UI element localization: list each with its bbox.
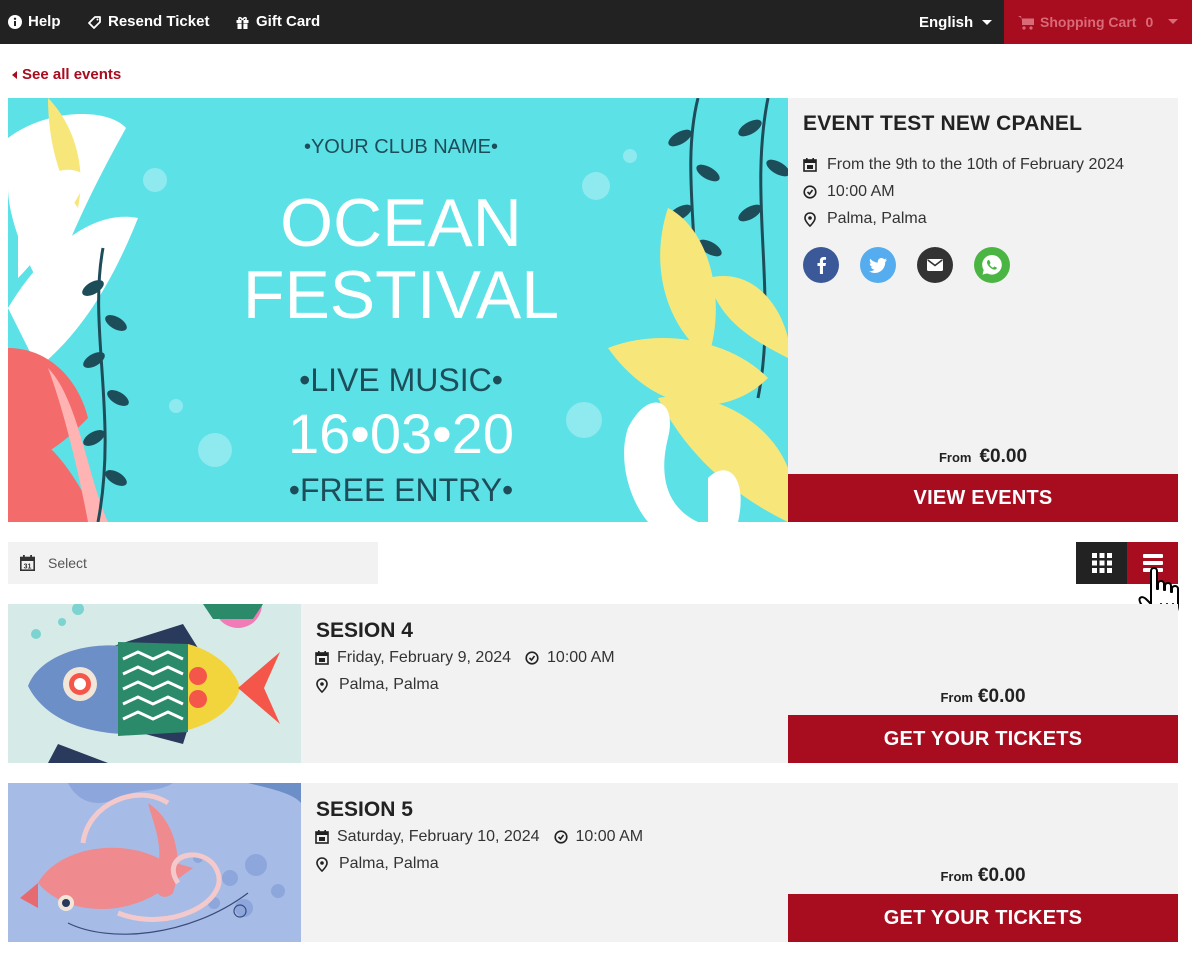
view-events-button[interactable]: VIEW EVENTS [788, 474, 1178, 522]
event-time-text: 10:00 AM [827, 183, 895, 200]
help-link[interactable]: Help [8, 0, 61, 44]
calendar-icon: 31 [20, 555, 35, 571]
get-tickets-button[interactable]: GET YOUR TICKETS [788, 715, 1178, 763]
date-select-input[interactable]: 31 Select [8, 542, 378, 584]
location-pin-icon [316, 856, 328, 872]
session-location: Palma, Palma [339, 676, 439, 693]
see-all-events-label: See all events [22, 66, 122, 83]
session-date: Saturday, February 10, 2024 [337, 828, 540, 845]
resend-ticket-label: Resend Ticket [108, 13, 210, 30]
session-thumbnail [8, 604, 301, 763]
chevron-down-icon [1168, 19, 1178, 24]
event-dates-row: From the 9th to the 10th of February 202… [803, 156, 1124, 174]
cart-count: 0 [1145, 14, 1154, 30]
event-price-row: From €0.00 [788, 446, 1178, 468]
session-datetime-row: Friday, February 9, 2024 10:00 AM [315, 649, 615, 667]
from-label: From [940, 690, 973, 705]
event-dates-text: From the 9th to the 10th of February 202… [827, 156, 1125, 173]
from-label: From [940, 869, 973, 884]
event-location-row: Palma, Palma [803, 210, 927, 228]
shopping-cart-button[interactable]: Shopping Cart 0 [1004, 0, 1192, 44]
language-label: English [919, 13, 974, 31]
cart-icon [1018, 15, 1034, 30]
chevron-down-icon [982, 19, 993, 25]
gift-card-link[interactable]: Gift Card [235, 0, 320, 44]
share-buttons [803, 247, 1031, 283]
session-time: 10:00 AM [547, 649, 615, 666]
location-pin-icon [804, 211, 816, 227]
date-select-placeholder: Select [48, 555, 87, 571]
twitter-icon [869, 257, 887, 273]
session-thumbnail [8, 783, 301, 942]
twitter-share-button[interactable] [860, 247, 896, 283]
session-datetime-row: Saturday, February 10, 2024 10:00 AM [315, 828, 643, 846]
event-location-text: Palma, Palma [827, 210, 927, 227]
see-all-events-link[interactable]: See all events [12, 66, 121, 83]
language-selector[interactable]: English [919, 0, 993, 44]
poster-title-line1: OCEAN [280, 185, 522, 261]
poster-title-line2: FESTIVAL [243, 257, 559, 333]
session-location-row: Palma, Palma [315, 855, 439, 873]
session-card: SESION 4 Friday, February 9, 2024 10:00 … [8, 604, 1178, 763]
event-poster-image: •YOUR CLUB NAME• OCEAN FESTIVAL •LIVE MU… [8, 98, 788, 522]
from-label: From [938, 450, 972, 465]
session-name: SESION 4 [316, 619, 413, 642]
session-name: SESION 5 [316, 798, 413, 821]
whatsapp-share-button[interactable] [974, 247, 1010, 283]
poster-date-text: 16•03•20 [288, 402, 514, 465]
gift-icon [236, 16, 249, 29]
session-price: €0.00 [977, 686, 1026, 707]
session-location: Palma, Palma [339, 855, 439, 872]
facebook-icon [817, 257, 826, 274]
event-price: €0.00 [979, 446, 1028, 467]
poster-entry-text: •FREE ENTRY• [289, 472, 514, 508]
envelope-icon [927, 259, 943, 271]
clock-icon [525, 651, 539, 665]
calendar-icon [315, 830, 329, 844]
calendar-icon [803, 158, 817, 172]
session-time: 10:00 AM [575, 828, 644, 845]
facebook-share-button[interactable] [803, 247, 839, 283]
session-price-row: From €0.00 [788, 686, 1178, 708]
email-share-button[interactable] [917, 247, 953, 283]
chevron-left-icon [12, 70, 17, 79]
get-tickets-button[interactable]: GET YOUR TICKETS [788, 894, 1178, 942]
clock-icon [803, 185, 817, 199]
ticket-icon [88, 15, 101, 29]
cart-label: Shopping Cart [1040, 14, 1137, 30]
event-title: EVENT TEST NEW CPANEL [803, 112, 1083, 135]
event-time-row: 10:00 AM [803, 183, 895, 201]
poster-music-text: •LIVE MUSIC• [299, 362, 503, 398]
gift-card-label: Gift Card [256, 13, 321, 30]
session-date: Friday, February 9, 2024 [337, 649, 512, 666]
calendar-icon [315, 651, 329, 665]
whatsapp-icon [982, 255, 1002, 275]
help-label: Help [28, 13, 61, 30]
clock-icon [553, 830, 568, 844]
top-navigation-bar: Help Resend Ticket Gift Card English Sho… [0, 0, 1192, 44]
location-pin-icon [316, 677, 328, 693]
ocean-festival-poster: •YOUR CLUB NAME• OCEAN FESTIVAL •LIVE MU… [8, 98, 788, 522]
svg-text:31: 31 [24, 564, 32, 571]
session-price-row: From €0.00 [788, 865, 1178, 887]
poster-club-text: •YOUR CLUB NAME• [304, 136, 498, 158]
event-info-panel: EVENT TEST NEW CPANEL From the 9th to th… [788, 98, 1178, 522]
session-location-row: Palma, Palma [315, 676, 439, 694]
info-icon [8, 15, 22, 29]
session-card: SESION 5 Saturday, February 10, 2024 10:… [8, 783, 1178, 942]
resend-ticket-link[interactable]: Resend Ticket [87, 0, 209, 44]
session-price: €0.00 [977, 865, 1026, 886]
grid-icon [1091, 553, 1112, 573]
grid-view-button[interactable] [1076, 542, 1127, 584]
